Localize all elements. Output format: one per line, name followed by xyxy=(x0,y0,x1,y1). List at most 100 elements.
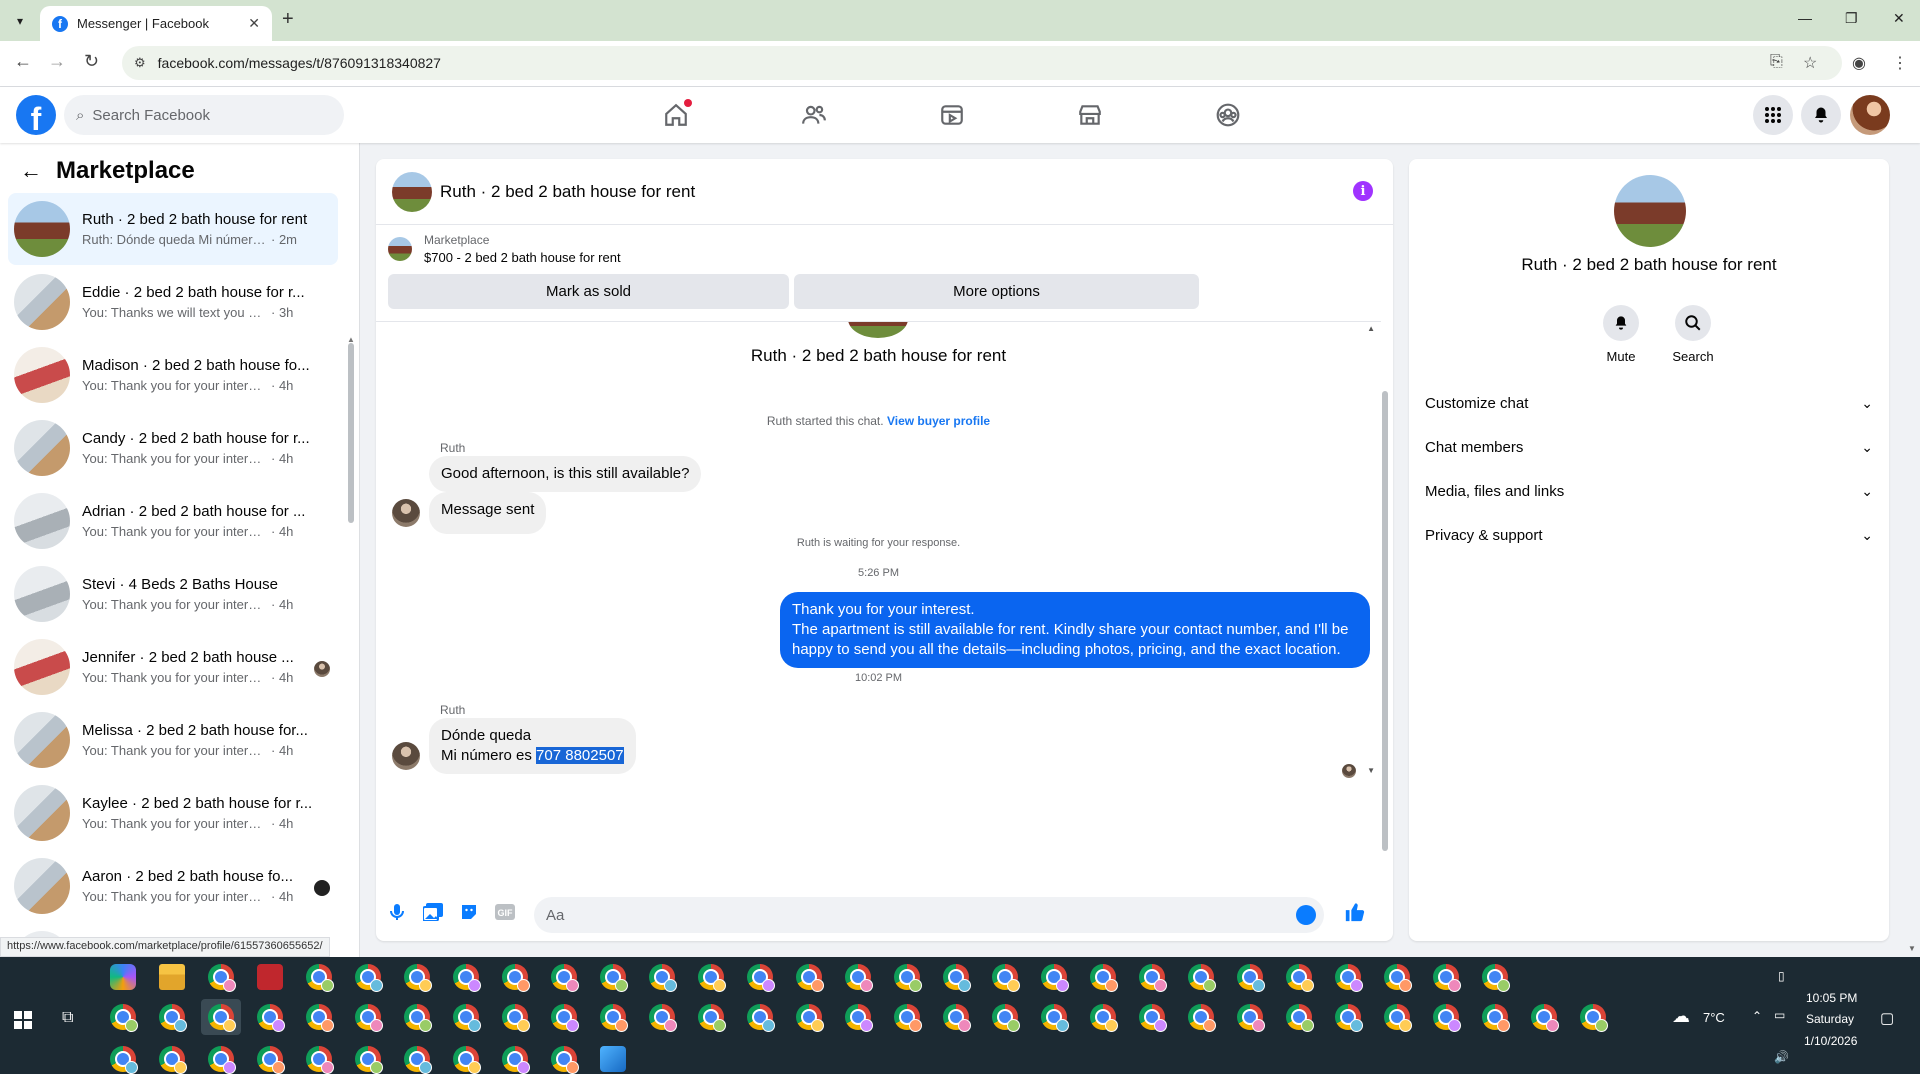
chrome-taskbar-icon[interactable] xyxy=(600,1004,628,1032)
marketplace-icon[interactable] xyxy=(1076,101,1104,129)
chrome-taskbar-icon[interactable] xyxy=(747,1004,775,1032)
chrome-taskbar-icon[interactable] xyxy=(355,1046,383,1074)
chrome-taskbar-icon[interactable] xyxy=(943,1004,971,1032)
chrome-taskbar-icon[interactable] xyxy=(1433,964,1461,992)
chrome-taskbar-icon[interactable] xyxy=(257,1004,285,1032)
conversation-item[interactable]: Melissa · 2 bed 2 bath house for... You: … xyxy=(8,704,338,776)
outgoing-message[interactable]: Thank you for your interest. The apartme… xyxy=(780,592,1370,668)
view-buyer-profile-link[interactable]: View buyer profile xyxy=(887,414,990,428)
chrome-taskbar-icon[interactable] xyxy=(698,1004,726,1032)
chrome-taskbar-icon[interactable] xyxy=(1580,1004,1608,1032)
list-scrollbar[interactable] xyxy=(348,343,354,523)
search-in-conversation-button[interactable]: Search xyxy=(1663,305,1723,364)
chrome-taskbar-icon[interactable] xyxy=(159,1004,187,1032)
info-icon[interactable]: i xyxy=(1353,181,1373,201)
reload-button[interactable]: ↻ xyxy=(84,51,99,72)
chrome-taskbar-icon[interactable] xyxy=(404,1004,432,1032)
chrome-taskbar-icon[interactable] xyxy=(1090,1004,1118,1032)
chrome-taskbar-icon[interactable] xyxy=(1237,964,1265,992)
chrome-taskbar-icon[interactable] xyxy=(1188,1004,1216,1032)
page-scroll-down-arrow[interactable]: ▼ xyxy=(1908,944,1916,953)
chrome-taskbar-icon[interactable] xyxy=(110,1046,138,1074)
chrome-taskbar-icon[interactable] xyxy=(649,964,677,992)
chrome-taskbar-icon[interactable] xyxy=(845,1004,873,1032)
customize-chat-section[interactable]: Customize chat ⌄ xyxy=(1425,381,1873,425)
listing-bar[interactable]: Marketplace $700 - 2 bed 2 bath house fo… xyxy=(388,233,621,265)
incoming-message[interactable]: Good afternoon, is this still available? xyxy=(429,456,702,492)
conversation-item[interactable]: Jennifer · 2 bed 2 bath house ... You: Th… xyxy=(8,631,338,703)
chrome-taskbar-icon[interactable] xyxy=(551,964,579,992)
chrome-taskbar-icon[interactable] xyxy=(1041,964,1069,992)
chrome-taskbar-icon[interactable] xyxy=(649,1004,677,1032)
file-explorer-icon[interactable] xyxy=(159,964,185,990)
emoji-icon[interactable] xyxy=(1296,905,1316,925)
chrome-taskbar-icon[interactable] xyxy=(502,964,530,992)
message-input[interactable]: Aa xyxy=(534,897,1324,933)
chrome-taskbar-icon[interactable] xyxy=(992,1004,1020,1032)
capcut-icon[interactable] xyxy=(600,1046,626,1072)
facebook-search-input[interactable]: ⌕ Search Facebook xyxy=(64,95,344,135)
notifications-bell-icon[interactable] xyxy=(1801,95,1841,135)
conversation-item[interactable]: Candy · 2 bed 2 bath house for r... You: … xyxy=(8,412,338,484)
tab-close-icon[interactable]: ✕ xyxy=(248,15,260,32)
groups-icon[interactable] xyxy=(1214,101,1242,129)
video-icon[interactable] xyxy=(938,101,966,129)
chrome-taskbar-icon[interactable] xyxy=(551,1046,579,1074)
chrome-taskbar-icon[interactable] xyxy=(453,1004,481,1032)
chrome-taskbar-icon[interactable] xyxy=(1531,1004,1559,1032)
chrome-taskbar-icon[interactable] xyxy=(698,964,726,992)
chrome-taskbar-icon[interactable] xyxy=(208,1046,236,1074)
chrome-taskbar-icon[interactable] xyxy=(992,964,1020,992)
mute-button[interactable]: Mute xyxy=(1591,305,1651,364)
chrome-taskbar-icon[interactable] xyxy=(600,964,628,992)
sender-avatar[interactable] xyxy=(392,742,420,770)
chrome-taskbar-icon[interactable] xyxy=(257,1046,285,1074)
weather-icon[interactable]: ☁ xyxy=(1672,1006,1690,1027)
chrome-taskbar-icon[interactable] xyxy=(208,964,236,992)
chat-members-section[interactable]: Chat members ⌄ xyxy=(1425,425,1873,469)
chat-avatar[interactable] xyxy=(392,171,432,212)
microphone-icon[interactable] xyxy=(386,901,408,923)
privacy-support-section[interactable]: Privacy & support ⌄ xyxy=(1425,513,1873,557)
chrome-taskbar-icon[interactable] xyxy=(894,964,922,992)
tray-overflow-icon[interactable]: ⌃ xyxy=(1752,1009,1762,1023)
chrome-taskbar-icon[interactable] xyxy=(306,1046,334,1074)
like-thumbs-up-icon[interactable] xyxy=(1344,901,1366,923)
media-files-links-section[interactable]: Media, files and links ⌄ xyxy=(1425,469,1873,513)
chrome-taskbar-icon[interactable] xyxy=(1041,1004,1069,1032)
chrome-taskbar-icon[interactable] xyxy=(1188,964,1216,992)
chrome-taskbar-icon[interactable] xyxy=(404,964,432,992)
chrome-taskbar-icon[interactable] xyxy=(1482,1004,1510,1032)
profile-icon[interactable]: ◉ xyxy=(1852,53,1866,73)
chrome-taskbar-icon[interactable] xyxy=(208,1004,236,1032)
chrome-taskbar-icon[interactable] xyxy=(1335,964,1363,992)
chrome-taskbar-icon[interactable] xyxy=(1237,1004,1265,1032)
game-app-icon[interactable] xyxy=(257,964,283,990)
incoming-message[interactable]: Dónde queda Mi número es 707 8802507 xyxy=(429,718,636,774)
conversation-item[interactable]: Madison · 2 bed 2 bath house fo... You: T… xyxy=(8,339,338,411)
chrome-taskbar-icon[interactable] xyxy=(404,1046,432,1074)
task-view-icon[interactable]: ⧉ xyxy=(62,1009,73,1027)
site-info-icon[interactable]: ⚙ xyxy=(134,55,146,71)
chrome-taskbar-icon[interactable] xyxy=(159,1046,187,1074)
browser-tab[interactable]: f Messenger | Facebook ✕ xyxy=(40,6,272,41)
chrome-taskbar-icon[interactable] xyxy=(355,964,383,992)
chrome-taskbar-icon[interactable] xyxy=(796,964,824,992)
phone-link-icon[interactable]: ▯ xyxy=(1778,969,1785,983)
conversation-item[interactable]: Stevi · 4 Beds 2 Baths House You: Thank y… xyxy=(8,558,338,630)
attach-photo-icon[interactable] xyxy=(422,901,444,923)
install-app-icon[interactable]: ⎘ xyxy=(1770,53,1783,71)
thread-scrollbar[interactable] xyxy=(1382,391,1388,851)
chrome-taskbar-icon[interactable] xyxy=(453,1046,481,1074)
menu-grid-icon[interactable] xyxy=(1753,95,1793,135)
clock-day[interactable]: Saturday xyxy=(1806,1012,1854,1026)
chrome-taskbar-icon[interactable] xyxy=(894,1004,922,1032)
url-field[interactable]: ⚙ facebook.com/messages/t/87609131834082… xyxy=(122,46,1842,80)
conversation-item[interactable]: Ruth · 2 bed 2 bath house for rent Ruth: … xyxy=(8,193,338,265)
thread-scroll-down-arrow[interactable]: ▼ xyxy=(1367,766,1375,775)
new-tab-button[interactable]: + xyxy=(282,8,294,31)
details-avatar[interactable] xyxy=(1614,175,1686,247)
conversation-item[interactable]: Eddie · 2 bed 2 bath house for r... You: … xyxy=(8,266,338,338)
chrome-taskbar-icon[interactable] xyxy=(1286,1004,1314,1032)
chrome-taskbar-icon[interactable] xyxy=(1384,1004,1412,1032)
